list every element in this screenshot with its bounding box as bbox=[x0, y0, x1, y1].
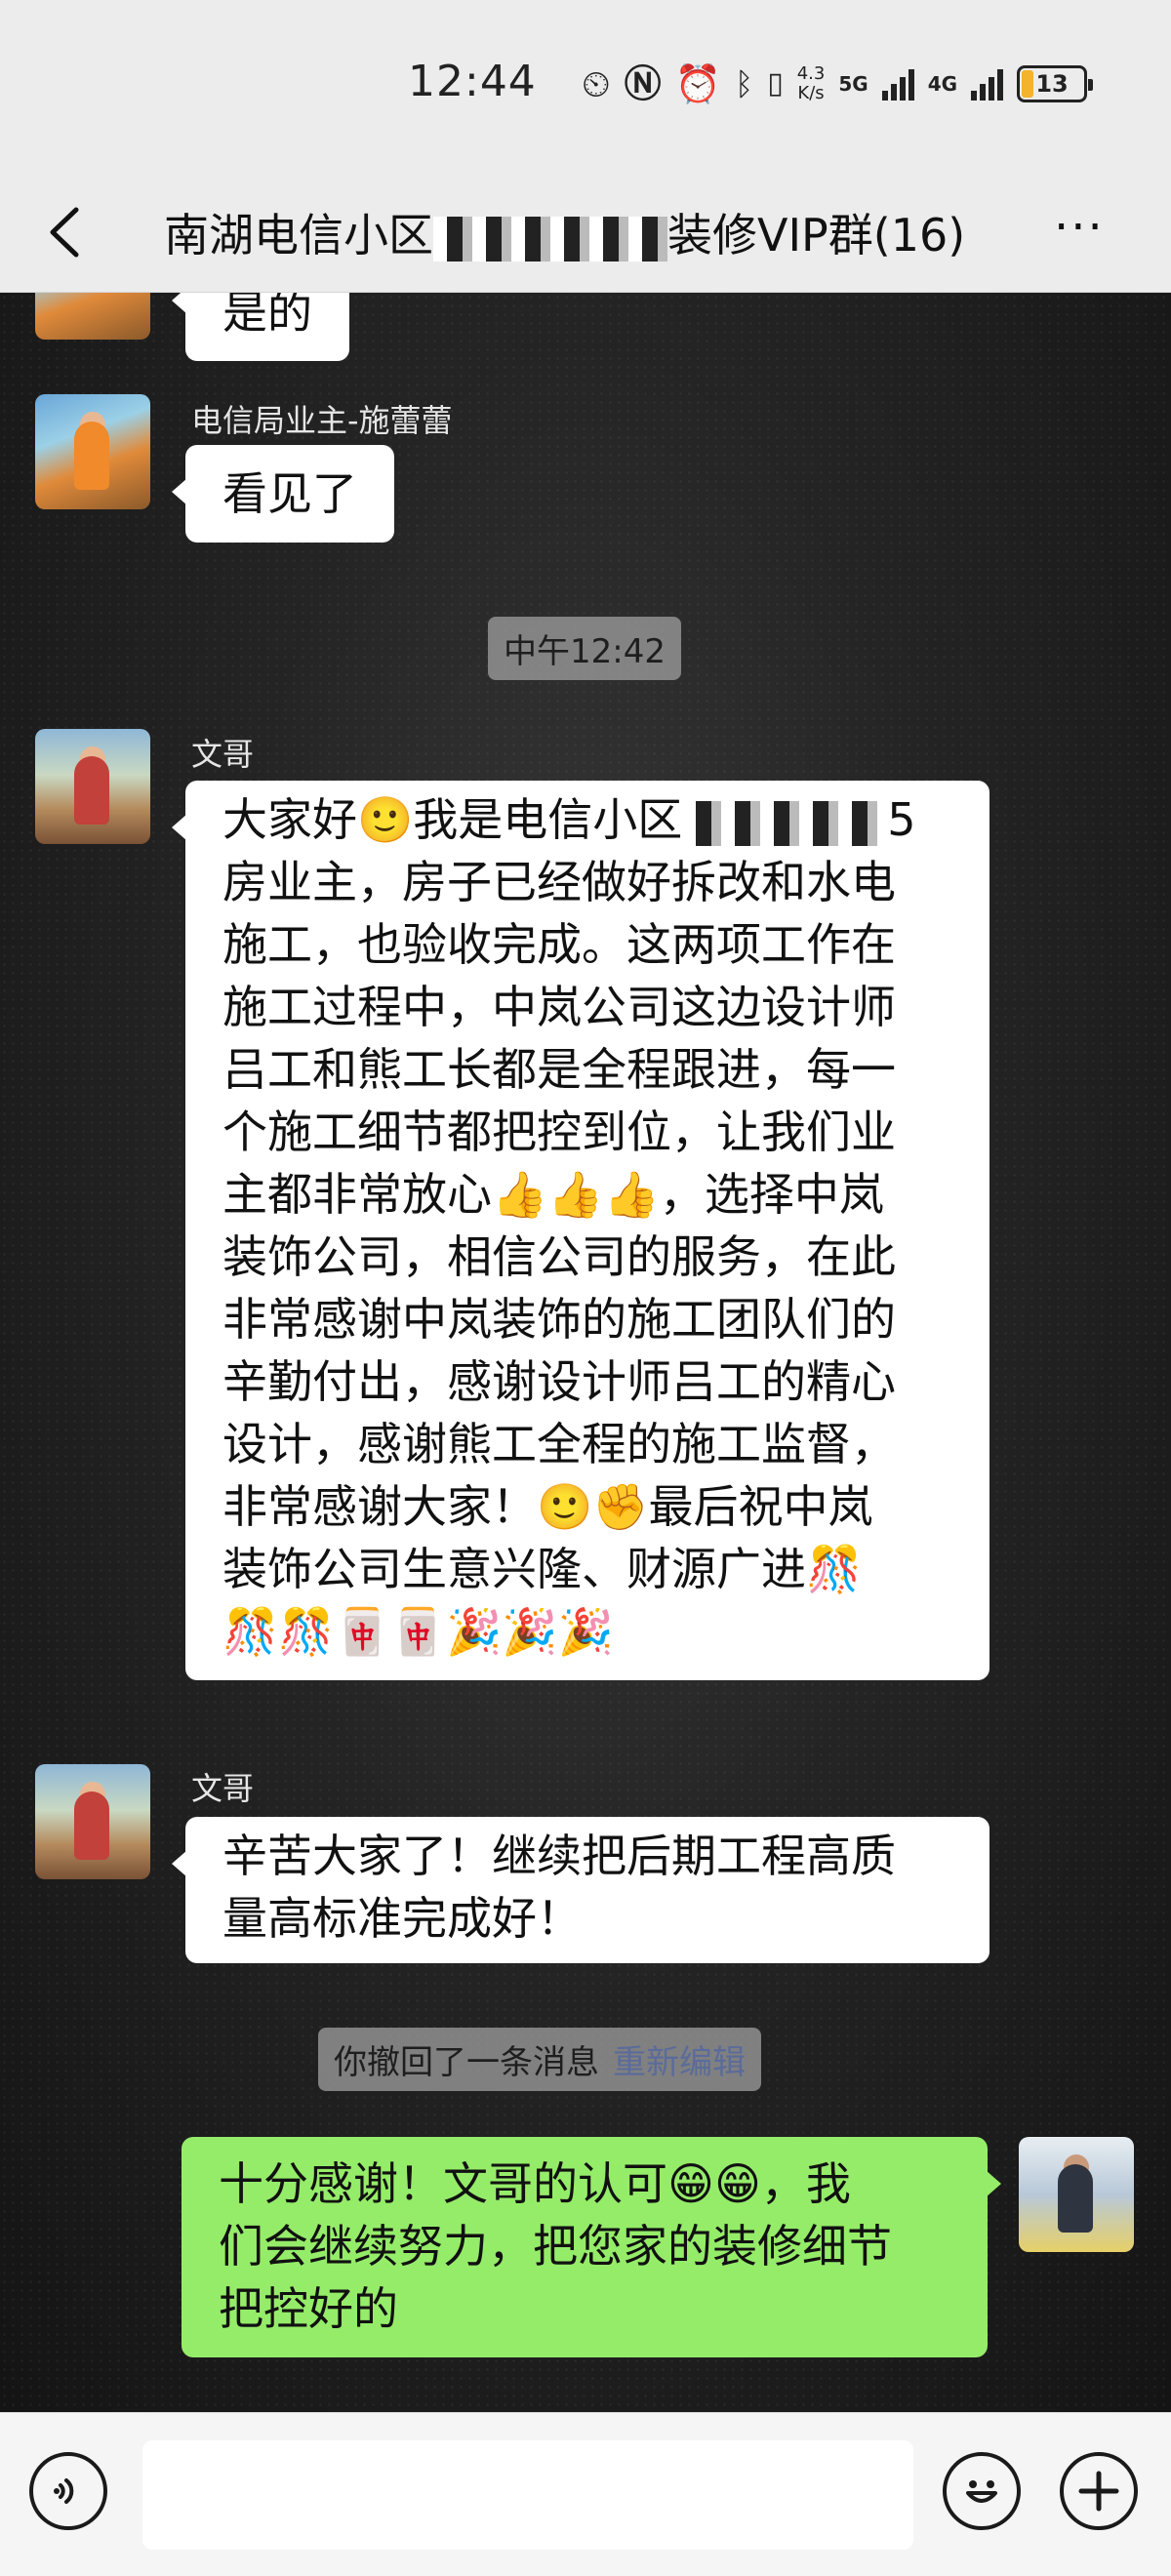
signal-bars-icon-2 bbox=[971, 67, 1004, 101]
message-line: 量高标准完成好！ bbox=[222, 1892, 582, 1945]
sender-name: 文哥 bbox=[191, 736, 255, 773]
plus-button[interactable] bbox=[1060, 2452, 1138, 2530]
network-speed: 4.3 K/s bbox=[796, 63, 826, 103]
nfc-icon: Ⓝ bbox=[624, 62, 662, 105]
timestamp-label: 中午12:42 bbox=[488, 617, 681, 680]
message-line: 施工过程中，中岚公司这边设计师 bbox=[222, 981, 896, 1033]
more-options-button[interactable]: ··· bbox=[1054, 200, 1105, 255]
sender-name: 文哥 bbox=[191, 1770, 255, 1807]
message-bubble[interactable]: 看见了 bbox=[172, 445, 394, 543]
bluetooth-icon: ᛒ bbox=[734, 65, 754, 102]
chat-title: 南湖电信小区 装修VIP群(16) bbox=[164, 209, 966, 262]
message-input[interactable] bbox=[142, 2440, 913, 2550]
voice-icon bbox=[54, 2478, 74, 2504]
battery-icon: 13 bbox=[1017, 65, 1094, 102]
avatar[interactable] bbox=[35, 729, 150, 844]
message-line: 主都非常放心👍👍👍，选择中岚 bbox=[222, 1168, 884, 1221]
network-4g-label: 4G bbox=[927, 72, 958, 96]
input-bar bbox=[0, 2412, 1171, 2576]
avatar[interactable] bbox=[35, 1764, 150, 1879]
network-5g-label: 5G bbox=[838, 72, 868, 96]
redacted-mark bbox=[433, 216, 667, 262]
message-line: 非常感谢中岚装饰的施工团队们的 bbox=[222, 1293, 896, 1346]
message-line: 装饰公司，相信公司的服务，在此 bbox=[222, 1230, 896, 1283]
status-icons: ⏲ Ⓝ ⏰ ᛒ ▯ 4.3 K/s 5G 4G 13 bbox=[582, 57, 1094, 111]
message-line: 设计，感谢熊工全程的施工监督， bbox=[222, 1418, 896, 1470]
sender-name: 电信局业主-施蕾蕾 bbox=[191, 402, 453, 439]
voice-button[interactable] bbox=[29, 2452, 107, 2530]
message-line: 装饰公司生意兴隆、财源广进🎊 bbox=[222, 1543, 863, 1595]
chevron-left-icon bbox=[50, 207, 79, 258]
message-line: 把控好的 bbox=[219, 2282, 398, 2335]
avatar[interactable] bbox=[35, 293, 150, 340]
own-message-bubble[interactable]: 十分感谢！文哥的认可😁😁，我 们会继续努力，把您家的装修细节 把控好的 bbox=[182, 2137, 1001, 2357]
emoji-button[interactable] bbox=[943, 2452, 1021, 2530]
alarm-icon: ⏰ bbox=[674, 62, 721, 105]
vibrate-icon: ▯ bbox=[767, 66, 784, 101]
message-line: 十分感谢！文哥的认可😁😁，我 bbox=[219, 2157, 851, 2210]
chat-header: 南湖电信小区 装修VIP群(16) ··· bbox=[0, 171, 1171, 293]
message-bubble[interactable]: 辛苦大家了！继续把后期工程高质 量高标准完成好！ bbox=[172, 1817, 989, 1963]
message-bubble[interactable]: 是的 bbox=[172, 293, 349, 361]
plus-icon bbox=[1078, 2471, 1119, 2512]
status-bar: 12:44 ⏲ Ⓝ ⏰ ᛒ ▯ 4.3 K/s 5G 4G 13 bbox=[0, 0, 1171, 171]
speed-gauge-icon: ⏲ bbox=[582, 62, 611, 105]
message-line: 们会继续努力，把您家的装修细节 bbox=[219, 2220, 892, 2273]
chat-area[interactable]: 是的 电信局业主-施蕾蕾 看见了 中午12:42 文哥 大家好🙂我是电信小区 5 … bbox=[0, 293, 1171, 2412]
emoji-icon bbox=[966, 2480, 997, 2503]
back-button[interactable] bbox=[39, 198, 98, 266]
redacted-mark bbox=[682, 800, 888, 846]
recall-notice: 你撤回了一条消息 重新编辑 bbox=[318, 2028, 761, 2091]
message-line: 非常感谢大家！🙂✊最后祝中岚 bbox=[222, 1480, 873, 1533]
message-line: 吕工和熊工长都是全程跟进，每一 bbox=[222, 1043, 896, 1096]
message-line: 个施工细节都把控到位，让我们业 bbox=[222, 1106, 896, 1158]
signal-bars-icon bbox=[881, 67, 914, 101]
message-line: 辛苦大家了！继续把后期工程高质 bbox=[222, 1830, 896, 1882]
own-avatar[interactable] bbox=[1019, 2137, 1134, 2252]
message-bubble[interactable]: 大家好🙂我是电信小区 5 房业主，房子已经做好拆改和水电 施工，也验收完成。这两项… bbox=[172, 781, 989, 1680]
reedit-link[interactable]: 重新编辑 bbox=[613, 2043, 746, 2082]
message-line: 大家好🙂我是电信小区 5 bbox=[222, 793, 916, 846]
status-time: 12:44 bbox=[408, 57, 537, 106]
message-line: 房业主，房子已经做好拆改和水电 bbox=[222, 856, 896, 908]
message-line: 🎊🎊🀄🀄🎉🎉🎉 bbox=[222, 1605, 614, 1658]
message-line: 施工，也验收完成。这两项工作在 bbox=[222, 918, 896, 971]
message-line: 辛勤付出，感谢设计师吕工的精心 bbox=[222, 1355, 896, 1408]
avatar[interactable] bbox=[35, 394, 150, 509]
